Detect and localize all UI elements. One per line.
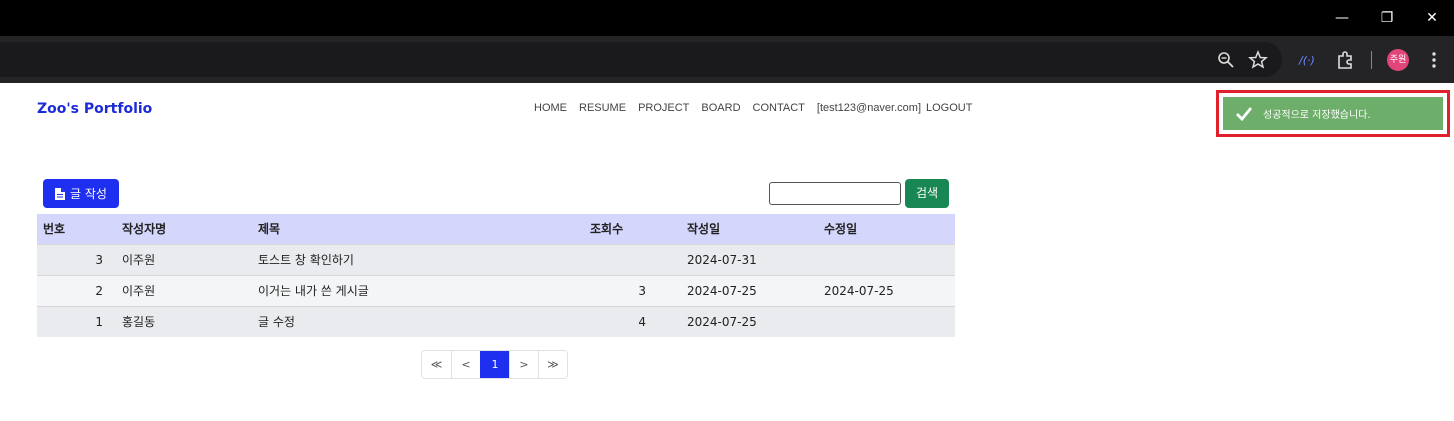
table-row[interactable]: 1 홍길동 글 수정 4 2024-07-25 <box>37 306 955 337</box>
header-title: 제목 <box>258 222 281 236</box>
cell-author: 이주원 <box>122 253 156 267</box>
cell-author: 홍길동 <box>122 315 156 329</box>
nav-board[interactable]: BOARD <box>701 102 740 114</box>
cell-created: 2024-07-31 <box>687 253 757 267</box>
cell-no: 1 <box>95 315 103 329</box>
nav-resume[interactable]: RESUME <box>579 102 626 114</box>
minimize-button[interactable]: — <box>1330 6 1354 30</box>
header-views: 조회수 <box>590 222 624 236</box>
header-no: 번호 <box>43 222 66 236</box>
write-post-label: 글 작성 <box>70 187 107 201</box>
cell-views: 4 <box>638 315 646 329</box>
cell-title-link[interactable]: 토스트 창 확인하기 <box>258 245 354 276</box>
page-next-button[interactable]: > <box>509 351 538 378</box>
nav-logout[interactable]: LOGOUT <box>926 102 972 114</box>
restore-button[interactable]: ❐ <box>1375 6 1399 30</box>
close-window-button[interactable]: ✕ <box>1420 6 1444 30</box>
search-button[interactable]: 검색 <box>905 179 949 208</box>
toolbar-divider <box>1371 51 1372 69</box>
profile-avatar[interactable]: 주원 <box>1387 49 1409 71</box>
cell-views: 3 <box>638 284 646 298</box>
bookmark-star-icon[interactable] <box>1246 48 1270 72</box>
toast-highlight-frame: 성공적으로 저장했습니다. <box>1216 90 1450 137</box>
page: Zoo's Portfolio HOME RESUME PROJECT BOAR… <box>0 83 1454 421</box>
write-post-button[interactable]: 글 작성 <box>43 179 119 208</box>
header-author: 작성자명 <box>122 222 167 236</box>
cell-title-link[interactable]: 이거는 내가 쓴 게시글 <box>258 276 369 307</box>
page-last-button[interactable]: ≫ <box>538 351 567 378</box>
header-updated: 수정일 <box>824 222 858 236</box>
site-brand[interactable]: Zoo's Portfolio <box>37 101 152 117</box>
cell-no: 2 <box>95 284 103 298</box>
cell-created: 2024-07-25 <box>687 284 757 298</box>
search-input[interactable] <box>769 182 901 205</box>
cell-title-link[interactable]: 글 수정 <box>258 307 295 338</box>
success-toast[interactable]: 성공적으로 저장했습니다. <box>1223 97 1443 130</box>
nav-project[interactable]: PROJECT <box>638 102 689 114</box>
cell-author: 이주원 <box>122 284 156 298</box>
page-prev-button[interactable]: < <box>451 351 480 378</box>
page-current-button[interactable]: 1 <box>480 351 509 378</box>
read-aloud-icon[interactable]: /(·) <box>1296 48 1320 72</box>
pagination: ≪ < 1 > ≫ <box>421 350 568 379</box>
check-icon <box>1236 107 1253 122</box>
toast-message: 성공적으로 저장했습니다. <box>1263 110 1371 121</box>
table-row[interactable]: 3 이주원 토스트 창 확인하기 2024-07-31 <box>37 244 955 275</box>
table-row[interactable]: 2 이주원 이거는 내가 쓴 게시글 3 2024-07-25 2024-07-… <box>37 275 955 306</box>
zoom-icon[interactable] <box>1214 48 1238 72</box>
cell-created: 2024-07-25 <box>687 315 757 329</box>
board-table: 번호 작성자명 제목 조회수 작성일 수정일 3 이주원 토스트 창 확인하기 … <box>37 214 955 337</box>
svg-text:/(·): /(·) <box>1298 54 1315 67</box>
cell-no: 3 <box>95 253 103 267</box>
address-bar[interactable] <box>0 42 1282 77</box>
nav-user-email: [test123@naver.com] <box>816 102 921 114</box>
page-first-button[interactable]: ≪ <box>422 351 451 378</box>
nav-contact[interactable]: CONTACT <box>753 102 805 114</box>
header-created: 작성일 <box>687 222 721 236</box>
extensions-icon[interactable] <box>1333 48 1357 72</box>
menu-kebab-icon[interactable] <box>1422 48 1446 72</box>
table-header-row: 번호 작성자명 제목 조회수 작성일 수정일 <box>37 214 955 244</box>
main-nav: HOME RESUME PROJECT BOARD CONTACT [test1… <box>534 102 972 114</box>
cell-updated: 2024-07-25 <box>824 284 894 298</box>
window-titlebar: — ❐ ✕ <box>0 0 1454 36</box>
document-icon <box>55 187 66 200</box>
nav-home[interactable]: HOME <box>534 102 567 114</box>
browser-toolbar: /(·) 주원 <box>0 36 1454 83</box>
